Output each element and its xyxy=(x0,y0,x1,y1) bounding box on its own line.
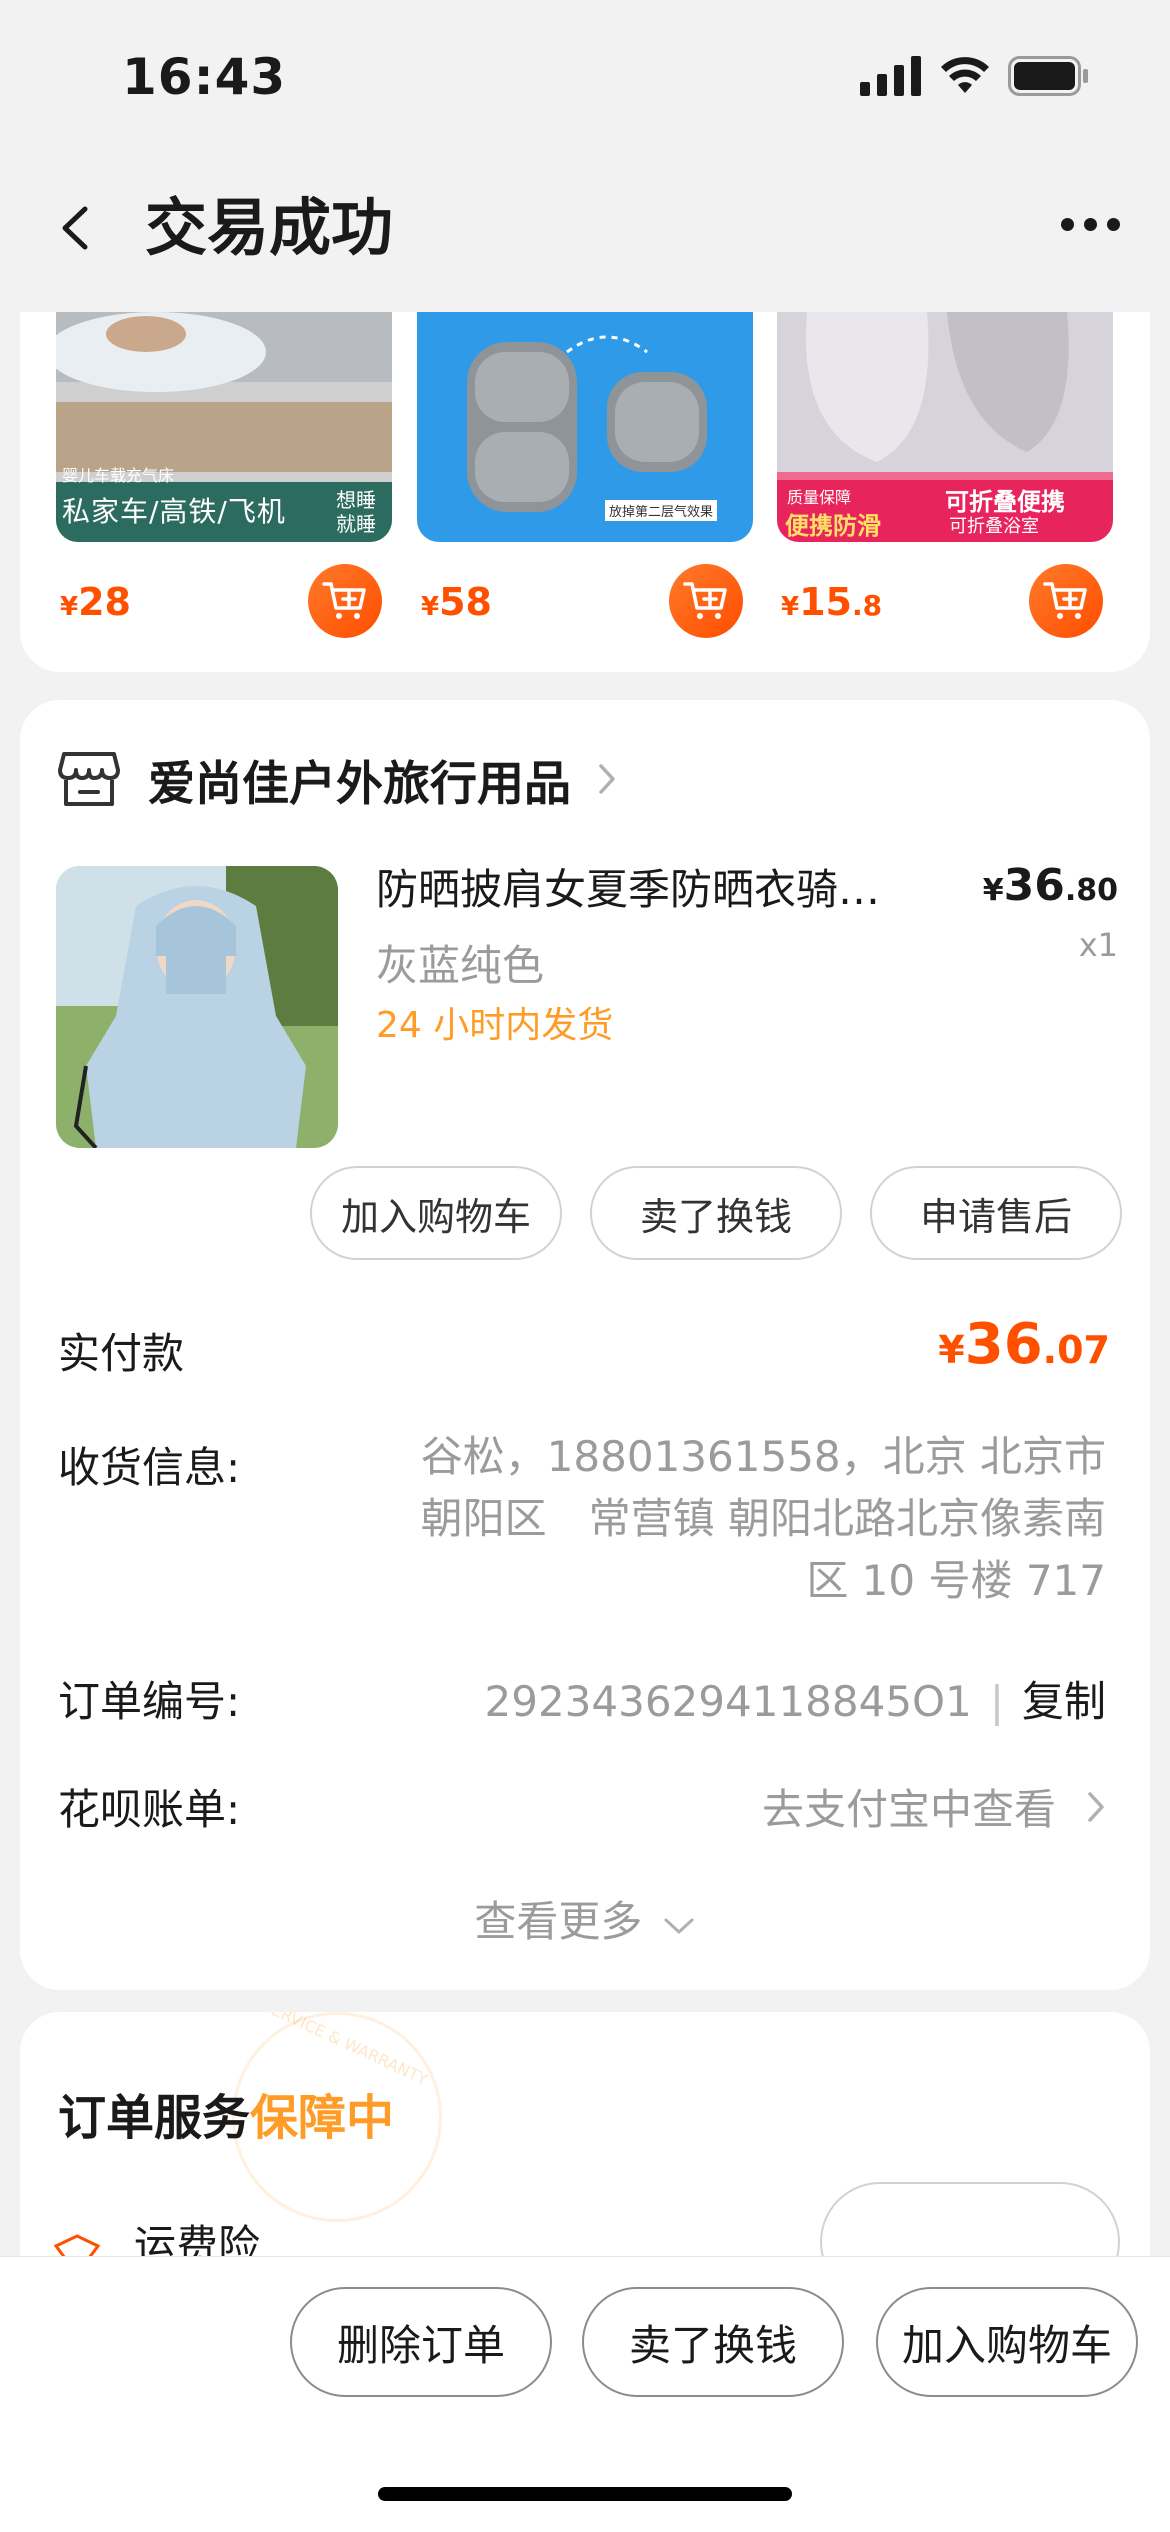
recommendation-card: 婴儿车载充气床 私家车/高铁/飞机 想睡 就睡 ¥28 放掉第二层气效果 ¥58… xyxy=(20,312,1150,672)
recommendation-price: ¥58 xyxy=(421,580,492,624)
recommendation-item[interactable]: 婴儿车载充气床 私家车/高铁/飞机 想睡 就睡 ¥28 xyxy=(56,312,392,652)
chevron-left-icon xyxy=(62,206,88,250)
order-number: 2923436294118845O1 xyxy=(484,1677,972,1726)
chevron-right-icon xyxy=(599,764,615,794)
product-price: ¥36.80 xyxy=(982,860,1118,911)
nav-header: 交易成功 xyxy=(0,160,1170,300)
image-caption-small: 可折叠浴室 xyxy=(949,516,1039,537)
add-to-cart-button[interactable]: 加入购物车 xyxy=(310,1166,562,1260)
image-caption-small: 婴儿车载充气床 xyxy=(62,466,175,485)
address-label: 收货信息: xyxy=(58,1443,241,1492)
product-spec: 灰蓝纯色 xyxy=(376,941,545,990)
add-to-cart-button[interactable]: 加入购物车 xyxy=(876,2287,1138,2397)
after-sales-button[interactable]: 申请售后 xyxy=(870,1166,1122,1260)
cart-plus-icon xyxy=(683,582,727,619)
recommendation-item[interactable]: 质量保障 便携防滑 可折叠便携 可折叠浴室 ¥15.8 xyxy=(777,312,1113,652)
see-more-button[interactable]: 查看更多 xyxy=(20,1888,1150,1949)
product-image: 放掉第二层气效果 xyxy=(417,312,753,542)
page-title: 交易成功 xyxy=(145,191,394,264)
wifi-icon xyxy=(941,57,989,93)
signal-icon xyxy=(860,56,921,96)
recommendation-price: ¥15.8 xyxy=(781,580,883,624)
chevron-down-icon xyxy=(664,1918,694,1934)
product-title[interactable]: 防晒披肩女夏季防晒衣骑… xyxy=(376,860,936,920)
recommendation-price: ¥28 xyxy=(60,580,131,624)
shop-header[interactable]: 爱尚佳户外旅行用品 xyxy=(58,744,617,814)
store-icon xyxy=(58,752,120,806)
status-icons xyxy=(860,56,1090,96)
product-quantity: x1 xyxy=(1078,926,1118,964)
sell-button[interactable]: 卖了换钱 xyxy=(582,2287,844,2397)
sell-button[interactable]: 卖了换钱 xyxy=(590,1166,842,1260)
shipping-promise: 24 小时内发货 xyxy=(376,1005,614,1046)
status-bar: 16:43 xyxy=(0,0,1170,150)
image-caption-small: 质量保障 xyxy=(787,488,852,507)
add-to-cart-button[interactable] xyxy=(669,564,743,638)
chevron-right-icon xyxy=(1088,1791,1104,1822)
huabei-link[interactable]: 去支付宝中查看 xyxy=(762,1776,1106,1837)
order-number-row: 2923436294118845O1 | 复制 xyxy=(485,1668,1107,1729)
battery-icon xyxy=(1008,56,1088,96)
product-image: 婴儿车载充气床 私家车/高铁/飞机 想睡 就睡 xyxy=(56,312,392,542)
copy-button[interactable]: 复制 xyxy=(1022,1677,1106,1726)
more-options-button[interactable] xyxy=(1050,194,1130,254)
paid-label: 实付款 xyxy=(58,1329,185,1378)
image-caption: 便携防滑 xyxy=(785,512,881,540)
more-dot-icon xyxy=(1060,217,1074,231)
cart-plus-icon xyxy=(322,582,366,619)
shop-name: 爱尚佳户外旅行用品 xyxy=(148,756,571,812)
more-dot-icon xyxy=(1106,217,1120,231)
address-value: 谷松，18801361558，北京 北京市 朝阳区 常营镇 朝阳北路北京像素南 … xyxy=(420,1432,1106,1605)
status-time: 16:43 xyxy=(122,48,287,106)
service-title: 订单服务保障中 xyxy=(58,2090,395,2146)
add-to-cart-button[interactable] xyxy=(308,564,382,638)
order-card: 爱尚佳户外旅行用品 防晒披肩女夏季防晒衣骑… 灰蓝纯色 24 小时内发货 ¥36… xyxy=(20,700,1150,1990)
bottom-action-bar: 删除订单 卖了换钱 加入购物车 xyxy=(0,2256,1170,2532)
recommendation-item[interactable]: 放掉第二层气效果 ¥58 xyxy=(417,312,753,652)
image-caption: 私家车/高铁/飞机 xyxy=(62,495,286,528)
delete-order-button[interactable]: 删除订单 xyxy=(290,2287,552,2397)
cart-plus-icon xyxy=(1043,582,1087,619)
huabei-label: 花呗账单: xyxy=(58,1785,241,1834)
more-dot-icon xyxy=(1083,217,1097,231)
image-caption-small: 放掉第二层气效果 xyxy=(605,500,718,521)
add-to-cart-button[interactable] xyxy=(1029,564,1103,638)
home-indicator xyxy=(378,2487,792,2501)
image-caption-side: 想睡 就睡 xyxy=(336,488,376,536)
paid-amount: ¥36.07 xyxy=(938,1312,1110,1377)
order-number-label: 订单编号: xyxy=(58,1677,241,1726)
back-button[interactable] xyxy=(44,188,104,268)
product-image: 质量保障 便携防滑 可折叠便携 可折叠浴室 xyxy=(777,312,1113,542)
divider: | xyxy=(989,1677,1004,1726)
product-image[interactable] xyxy=(56,866,338,1148)
